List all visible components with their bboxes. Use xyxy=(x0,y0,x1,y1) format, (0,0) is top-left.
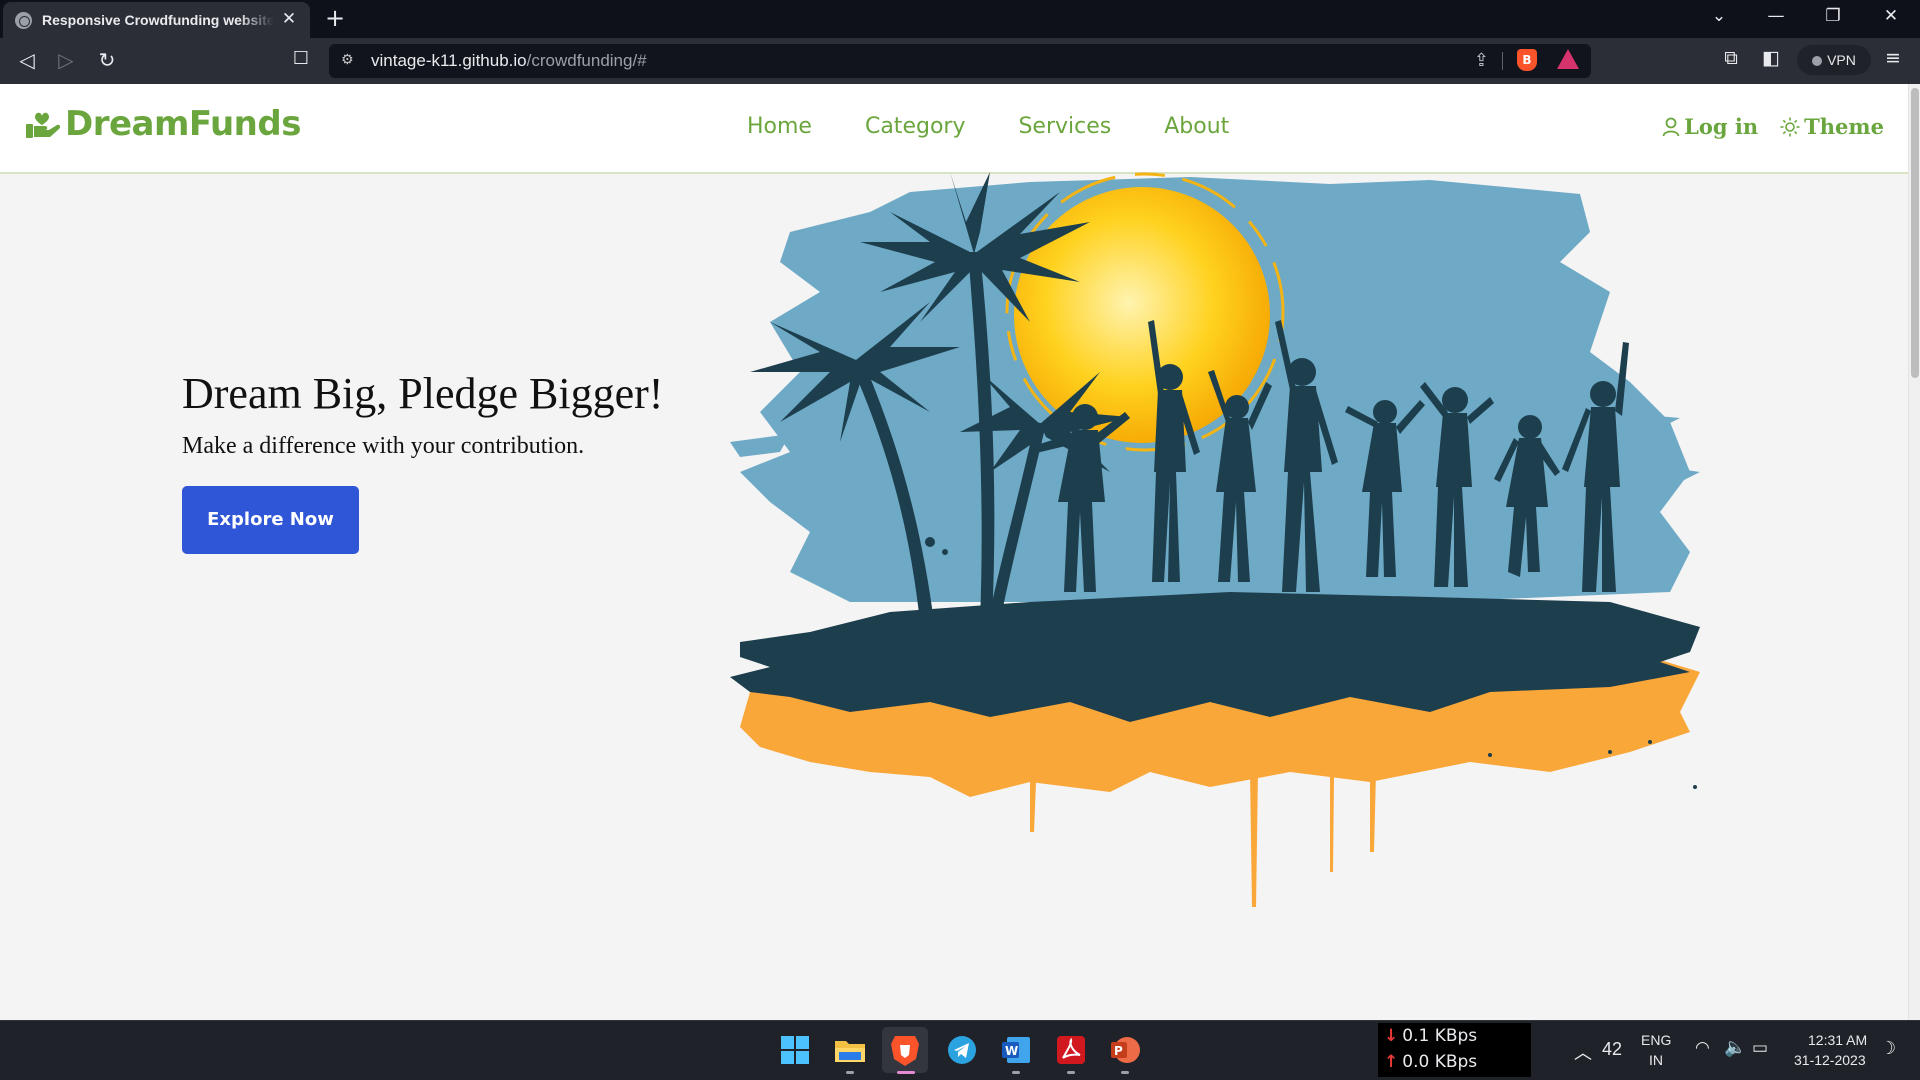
active-indicator xyxy=(897,1071,915,1074)
brave-shields-icon[interactable]: B xyxy=(1517,49,1537,71)
start-icon[interactable] xyxy=(778,1033,812,1067)
browser-tab[interactable]: Responsive Crowdfunding website ✕ xyxy=(3,2,310,38)
theme-toggle[interactable]: Theme xyxy=(1780,114,1884,139)
page-viewport: DreamFunds Home Category Services About … xyxy=(0,84,1908,1020)
upload-arrow-icon: ↑ xyxy=(1384,1052,1399,1072)
vpn-button[interactable]: VPN xyxy=(1797,45,1871,75)
globe-icon xyxy=(15,11,32,29)
back-button[interactable]: ◁ xyxy=(13,48,41,72)
hero-text: Dream Big, Pledge Bigger! Make a differe… xyxy=(182,368,663,460)
acrobat-icon[interactable] xyxy=(1054,1033,1088,1067)
forward-button[interactable]: ▷ xyxy=(52,48,80,72)
divider xyxy=(1502,52,1503,70)
brand-logo[interactable]: DreamFunds xyxy=(25,104,301,144)
nav-services[interactable]: Services xyxy=(1018,114,1111,139)
hero-illustration xyxy=(730,172,1700,907)
address-bar[interactable]: ⚙ vintage-k11.github.io/crowdfunding/# ⇪… xyxy=(329,44,1591,78)
user-actions: Log in Theme xyxy=(1640,114,1884,139)
tab-search-chevron-icon[interactable]: ⌄ xyxy=(1704,6,1734,26)
wifi-icon[interactable]: ◠ xyxy=(1695,1038,1710,1058)
language-code[interactable]: ENG xyxy=(1641,1032,1671,1048)
brave-rewards-icon[interactable] xyxy=(1557,49,1579,69)
network-speed-meter: ↓ 0.1 KBps ↑ 0.0 KBps xyxy=(1378,1023,1531,1077)
powerpoint-icon[interactable]: P xyxy=(1108,1033,1142,1067)
new-tab-button[interactable]: + xyxy=(320,4,350,32)
minimize-button[interactable]: — xyxy=(1761,6,1791,26)
nav-about[interactable]: About xyxy=(1164,114,1229,139)
user-icon xyxy=(1662,117,1680,136)
scrollbar-thumb[interactable] xyxy=(1911,88,1919,378)
download-arrow-icon: ↓ xyxy=(1384,1026,1399,1046)
page-scrollbar[interactable] xyxy=(1908,84,1920,1020)
extensions-icon[interactable]: ⧉ xyxy=(1718,47,1744,69)
brave-browser-icon[interactable] xyxy=(882,1027,928,1073)
toolbar: ◁ ▷ ↻ ☐ ⚙ vintage-k11.github.io/crowdfun… xyxy=(0,38,1920,84)
word-icon[interactable]: W xyxy=(999,1033,1033,1067)
bookmark-icon[interactable]: ☐ xyxy=(287,48,315,69)
notifications-icon[interactable]: ☽ xyxy=(1880,1038,1896,1059)
show-hidden-icons-chevron-icon[interactable]: ︿ xyxy=(1574,1039,1592,1065)
hero-subtitle: Make a difference with your contribution… xyxy=(182,433,585,459)
login-button[interactable]: Log in xyxy=(1662,114,1758,139)
site-header: DreamFunds Home Category Services About … xyxy=(0,84,1908,174)
share-icon[interactable]: ⇪ xyxy=(1474,50,1489,71)
file-explorer-icon[interactable] xyxy=(833,1033,867,1067)
volume-icon[interactable]: 🔈 xyxy=(1724,1037,1746,1058)
telegram-icon[interactable] xyxy=(945,1033,979,1067)
reload-button[interactable]: ↻ xyxy=(93,48,121,72)
brand-name: DreamFunds xyxy=(65,104,301,144)
running-indicator xyxy=(1067,1071,1075,1074)
vpn-status-icon xyxy=(1812,56,1823,66)
site-settings-icon[interactable]: ⚙ xyxy=(341,52,354,68)
sun-icon xyxy=(1780,117,1800,136)
tab-strip: Responsive Crowdfunding website ✕ + ⌄ — … xyxy=(0,0,1920,38)
close-window-button[interactable]: ✕ xyxy=(1876,6,1906,26)
running-indicator xyxy=(1121,1071,1129,1074)
close-tab-icon[interactable]: ✕ xyxy=(278,9,300,29)
upload-speed: 0.0 KBps xyxy=(1402,1052,1478,1072)
running-indicator xyxy=(846,1071,854,1074)
svg-text:P: P xyxy=(1114,1044,1123,1058)
nav-home[interactable]: Home xyxy=(747,114,812,139)
taskbar: W P ↓ 0.1 KBps ↑ 0.0 KBps ︿ 42 ENG IN ◠ 🔈 … xyxy=(0,1020,1920,1080)
battery-icon[interactable]: ▭ xyxy=(1752,1038,1768,1058)
clock-date[interactable]: 31-12-2023 xyxy=(1794,1052,1866,1068)
tab-title: Responsive Crowdfunding website xyxy=(42,12,274,28)
download-speed: 0.1 KBps xyxy=(1402,1026,1478,1046)
weather-count[interactable]: 42 xyxy=(1602,1039,1622,1060)
restore-button[interactable]: ❐ xyxy=(1818,6,1848,26)
region-code[interactable]: IN xyxy=(1649,1052,1663,1068)
url-text[interactable]: vintage-k11.github.io/crowdfunding/# xyxy=(371,51,647,71)
sidebar-icon[interactable]: ◧ xyxy=(1758,47,1784,69)
nav-category[interactable]: Category xyxy=(865,114,966,139)
main-nav: Home Category Services About xyxy=(747,114,1282,139)
svg-text:W: W xyxy=(1005,1044,1018,1058)
clock-time[interactable]: 12:31 AM xyxy=(1808,1032,1867,1048)
menu-icon[interactable]: ≡ xyxy=(1880,47,1906,69)
explore-now-button[interactable]: Explore Now xyxy=(182,486,359,554)
hand-heart-icon xyxy=(26,112,61,138)
running-indicator xyxy=(1012,1071,1020,1074)
hero-title: Dream Big, Pledge Bigger! xyxy=(182,369,664,418)
